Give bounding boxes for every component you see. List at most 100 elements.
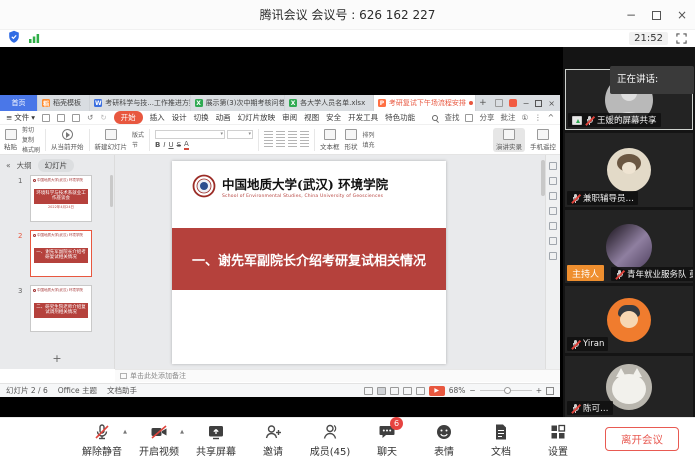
save-icon[interactable] bbox=[42, 114, 50, 122]
fill-button[interactable]: 填充 bbox=[363, 140, 375, 149]
new-slide-button[interactable]: 新建幻灯片 bbox=[95, 129, 128, 151]
zoom-in-button[interactable]: + bbox=[536, 386, 542, 395]
zoom-level[interactable]: 68% bbox=[449, 386, 466, 395]
notes-view-icon[interactable] bbox=[364, 387, 373, 395]
export-icon[interactable] bbox=[72, 114, 80, 122]
sorter-view-icon[interactable] bbox=[390, 387, 399, 395]
outline-view-icon[interactable] bbox=[416, 387, 425, 395]
file-menu[interactable]: ≡ 文件 ▾ bbox=[6, 112, 35, 123]
collapse-panel-icon[interactable]: « bbox=[6, 161, 11, 170]
participant-tile[interactable]: 陈可… bbox=[565, 356, 693, 417]
current-slide[interactable]: 中国地质大学(武汉) 环境学院 School of Environmental … bbox=[172, 161, 446, 364]
ribbon-tab-view[interactable]: 视图 bbox=[304, 112, 319, 123]
slide-thumbnail-1[interactable]: 中国地质大学(武汉) 环境学院 环境科学与技术系就业工作座谈会 2022年4月2… bbox=[30, 175, 92, 222]
sync-icon[interactable] bbox=[465, 114, 473, 122]
design-pane-icon[interactable] bbox=[549, 192, 557, 200]
wps-doc-tab-excel2[interactable]: X 各大学人员名单.xlsx bbox=[285, 95, 374, 111]
more-pane-icon[interactable] bbox=[549, 252, 557, 260]
upgrade-icon[interactable] bbox=[509, 99, 517, 107]
transition-pane-icon[interactable] bbox=[549, 207, 557, 215]
slides-tab[interactable]: 幻灯片 bbox=[38, 159, 75, 172]
panel-scrollbar[interactable] bbox=[110, 175, 113, 207]
emoji-button[interactable]: 表情 bbox=[422, 422, 466, 458]
wps-doc-tab-ppt-active[interactable]: P 考研复试下午场流程安排 bbox=[374, 95, 476, 111]
indent-icon[interactable] bbox=[288, 140, 297, 148]
properties-icon[interactable] bbox=[549, 162, 557, 170]
textbox-button[interactable]: 文本框 bbox=[320, 129, 340, 151]
participant-tile[interactable]: 兼职辅导员… bbox=[565, 133, 693, 207]
more-icon[interactable]: ⋮ bbox=[534, 113, 542, 122]
members-button[interactable]: 成员(45) bbox=[308, 422, 352, 458]
unmute-button[interactable]: 解除静音 ▲ bbox=[80, 422, 124, 458]
maximize-icon[interactable] bbox=[652, 11, 661, 20]
share-label[interactable]: 分享 bbox=[479, 112, 494, 123]
invite-button[interactable]: 邀请 bbox=[251, 422, 295, 458]
search-icon[interactable] bbox=[432, 115, 438, 121]
canvas-scrollbar[interactable] bbox=[541, 160, 545, 196]
new-tab-button[interactable]: + bbox=[476, 95, 489, 111]
layout-button[interactable]: 版式 bbox=[132, 130, 144, 139]
play-from-current-button[interactable]: 从当前开始 bbox=[51, 129, 84, 151]
leave-meeting-button[interactable]: 离开会议 bbox=[605, 427, 679, 451]
slideshow-play-button[interactable]: ▶ bbox=[429, 386, 445, 396]
participant-tile[interactable]: 主持人 青年就业服务队 彭… bbox=[565, 210, 693, 283]
cut-button[interactable]: 剪切 bbox=[22, 125, 40, 134]
start-video-button[interactable]: 开启视频 ▲ bbox=[137, 422, 181, 458]
notes-pane[interactable]: 单击此处添加备注 bbox=[115, 369, 560, 382]
docs-button[interactable]: 文档 bbox=[479, 422, 523, 458]
bold-button[interactable]: B bbox=[155, 141, 160, 149]
justify-icon[interactable] bbox=[300, 131, 309, 139]
animation-pane-icon[interactable] bbox=[549, 177, 557, 185]
bullet-list-icon[interactable] bbox=[264, 140, 273, 148]
format-painter-button[interactable]: 格式刷 bbox=[22, 145, 40, 154]
find-label[interactable]: 查找 bbox=[444, 112, 459, 123]
wps-minimize-icon[interactable]: − bbox=[523, 99, 530, 108]
mic-options-caret[interactable]: ▲ bbox=[123, 429, 127, 435]
shape-button[interactable]: 形状 bbox=[345, 129, 358, 151]
settings-button[interactable]: 设置 bbox=[536, 422, 580, 458]
slide-thumbnail-2-selected[interactable]: 中国地质大学(武汉) 环境学院 一、谢先军副院长介绍考研复试相关情况 bbox=[30, 230, 92, 277]
comment-pane-icon[interactable] bbox=[549, 222, 557, 230]
ribbon-tab-transition[interactable]: 切换 bbox=[194, 112, 209, 123]
copy-button[interactable]: 复制 bbox=[22, 135, 40, 144]
fit-screen-icon[interactable] bbox=[546, 387, 554, 395]
strikethrough-button[interactable]: S bbox=[177, 141, 181, 149]
underline-button[interactable]: U bbox=[168, 141, 173, 149]
add-slide-button[interactable]: + bbox=[0, 352, 114, 365]
ribbon-tab-home[interactable]: 开始 bbox=[114, 111, 143, 124]
wps-docer-tab[interactable]: 稻 稻壳模板 bbox=[38, 95, 90, 111]
ribbon-tab-design[interactable]: 设计 bbox=[172, 112, 187, 123]
number-list-icon[interactable] bbox=[276, 140, 285, 148]
security-shield-icon[interactable] bbox=[8, 29, 20, 48]
ribbon-tab-devtools[interactable]: 开发工具 bbox=[348, 112, 378, 123]
redo-icon[interactable]: ↻ bbox=[100, 113, 106, 122]
ribbon-tab-animation[interactable]: 动画 bbox=[216, 112, 231, 123]
ribbon-tab-features[interactable]: 特色功能 bbox=[385, 112, 415, 123]
section-button[interactable]: 节 bbox=[132, 140, 144, 149]
wps-maximize-icon[interactable] bbox=[535, 100, 542, 107]
doc-assistant[interactable]: 文档助手 bbox=[107, 385, 137, 396]
minimize-icon[interactable]: − bbox=[624, 8, 638, 22]
wps-close-icon[interactable]: × bbox=[548, 99, 555, 108]
network-signal-icon[interactable] bbox=[28, 29, 40, 48]
comment-label[interactable]: 批注 bbox=[500, 112, 515, 123]
outline-tab[interactable]: 大纲 bbox=[17, 160, 32, 171]
italic-button[interactable]: I bbox=[163, 141, 165, 149]
zoom-knob[interactable] bbox=[504, 387, 511, 394]
reading-view-icon[interactable] bbox=[403, 387, 412, 395]
help-pane-icon[interactable] bbox=[549, 237, 557, 245]
wps-home-tab[interactable]: 首页 bbox=[0, 95, 38, 111]
normal-view-icon[interactable] bbox=[377, 387, 386, 395]
fullscreen-icon[interactable] bbox=[676, 29, 687, 48]
participant-tile[interactable]: Yiran bbox=[565, 286, 693, 353]
arrange-button[interactable]: 排列 bbox=[363, 130, 375, 139]
collapse-ribbon-icon[interactable]: ^ bbox=[548, 113, 554, 122]
help-icon[interactable]: ① bbox=[521, 113, 528, 122]
phone-remote-button[interactable]: 手机遥控 bbox=[530, 129, 556, 151]
speech-record-button[interactable]: 演讲实录 bbox=[493, 128, 525, 152]
wps-doc-tab-excel1[interactable]: X 展示第(3)次中期考核问卷.xlsx bbox=[191, 95, 286, 111]
line-spacing-icon[interactable] bbox=[300, 140, 309, 148]
ribbon-tab-insert[interactable]: 插入 bbox=[150, 112, 165, 123]
paste-button[interactable]: 粘贴 bbox=[4, 129, 17, 151]
ribbon-tab-review[interactable]: 审阅 bbox=[282, 112, 297, 123]
